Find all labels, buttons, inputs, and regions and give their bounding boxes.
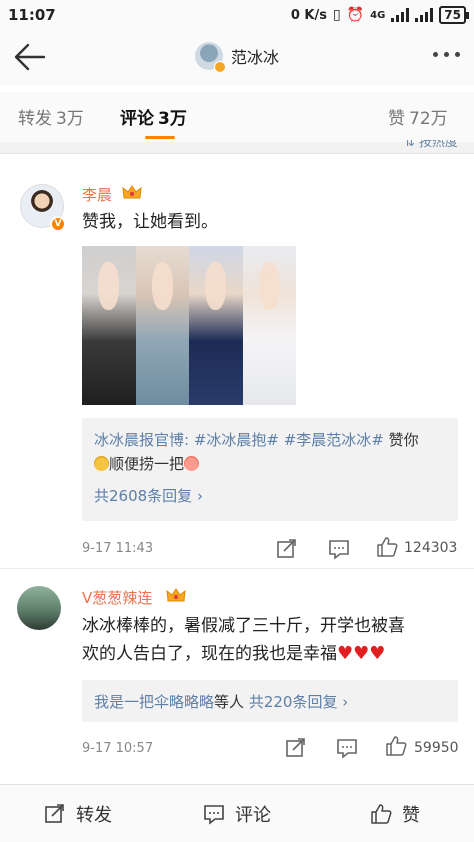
heart-icon: ♥ [337, 643, 354, 664]
network-speed: 0 K/s [290, 7, 327, 23]
tab-likes[interactable]: 赞 72万 [388, 104, 448, 129]
comment-button[interactable]: 评论 [203, 801, 271, 827]
signal-icon-2 [415, 8, 434, 22]
comment-text: 赞我，让她看到。 [82, 212, 218, 232]
like-icon [371, 804, 392, 824]
photo-4 [242, 246, 296, 405]
photo-3 [189, 246, 243, 405]
reply-line-1: 我是一把伞略略略等人 共220条回复 › [94, 690, 446, 714]
crown-badge-icon [122, 185, 142, 199]
comment-text-line-2: 欢的人告白了，现在的我也是幸福 [82, 644, 337, 664]
comment-time: 9-17 11:43 [82, 541, 154, 556]
comment-text-line-1: 冰冰棒棒的，暑假减了三十斤，开学也被喜 [82, 616, 405, 636]
more-replies-link[interactable]: 共220条回复 › [249, 693, 348, 711]
heart-icon: ♥ [369, 643, 386, 664]
more-replies-link[interactable]: 共2608条回复 › [94, 484, 446, 508]
tab-repost-count: 3万 [56, 109, 84, 129]
like-icon[interactable] [385, 735, 407, 757]
back-arrow-icon[interactable] [12, 42, 46, 72]
bottom-toolbar: 转发 评论 赞 [0, 784, 474, 842]
comment-image[interactable] [82, 246, 296, 405]
like-count[interactable]: 124303 [404, 540, 457, 556]
network-type: 4G [370, 9, 386, 21]
tab-likes-label: 赞 [388, 109, 405, 129]
tab-likes-count: 72万 [409, 109, 448, 129]
reply-tail: 赞你 [383, 431, 419, 449]
repost-icon [45, 804, 64, 823]
repost-icon[interactable] [285, 737, 307, 759]
repost-button[interactable]: 转发 [44, 801, 112, 827]
avatar [195, 42, 226, 73]
comment-username[interactable]: 李晨 [82, 184, 112, 205]
status-time: 11:07 [8, 6, 56, 24]
avatar[interactable] [17, 586, 61, 630]
tab-repost[interactable]: 转发 3万 [18, 104, 84, 129]
page-title: 范冰冰 [231, 48, 280, 67]
nav-header: 范冰冰 [0, 30, 474, 85]
reply-line-2: 顺便捞一把 [94, 452, 446, 476]
reply-preview[interactable]: 冰冰晨报官博: #冰冰晨抱# #李晨范冰冰# 赞你 顺便捞一把 共2608条回复… [82, 418, 458, 521]
pig-emoji-icon [184, 456, 200, 471]
sort-toggle[interactable]: ⇅ 按热度 [404, 140, 458, 152]
reply-tags[interactable]: 冰冰晨报官博: #冰冰晨抱# #李晨范冰冰# [94, 431, 384, 449]
reply-line2-text: 顺便捞一把 [109, 455, 185, 473]
divider [0, 142, 474, 154]
photo-2 [135, 246, 189, 405]
comment-label: 评论 [235, 805, 271, 826]
comment-text-line-2-wrap: 欢的人告白了，现在的我也是幸福♥♥♥ [82, 640, 405, 668]
crown-badge-icon [166, 588, 186, 602]
tab-repost-label: 转发 [18, 109, 52, 129]
like-icon[interactable] [376, 536, 398, 558]
active-tab-indicator [145, 136, 175, 139]
header-profile[interactable]: 范冰冰 [195, 42, 280, 73]
comment-separator [0, 568, 474, 569]
like-count[interactable]: 59950 [414, 740, 459, 756]
more-options-icon[interactable] [433, 52, 460, 57]
comment-icon [204, 805, 224, 825]
comment-text: 冰冰棒棒的，暑假减了三十斤，开学也被喜 欢的人告白了，现在的我也是幸福♥♥♥ [82, 612, 405, 668]
comment-icon[interactable] [336, 737, 358, 759]
like-label: 赞 [402, 805, 420, 826]
reply-author[interactable]: 我是一把伞略略略 [94, 693, 214, 711]
repost-label: 转发 [76, 805, 112, 826]
reply-line-1: 冰冰晨报官博: #冰冰晨抱# #李晨范冰冰# 赞你 [94, 428, 446, 452]
comment-icon[interactable] [328, 538, 350, 560]
like-button[interactable]: 赞 [370, 801, 420, 827]
status-bar: 11:07 0 K/s ▯ ⏰ 4G 75 [0, 0, 474, 30]
signal-icon [391, 8, 410, 22]
verified-badge-icon [214, 61, 226, 73]
tab-comments-count: 3万 [158, 109, 187, 129]
repost-icon[interactable] [276, 538, 298, 560]
tab-bar: 转发 3万 评论 3万 赞 72万 [0, 92, 474, 142]
battery-level: 75 [444, 8, 461, 22]
comment-time: 9-17 10:57 [82, 741, 154, 756]
photo-1 [82, 246, 136, 405]
comment-username[interactable]: V葱葱辣连 [82, 587, 152, 608]
sort-label: 按热度 [418, 140, 458, 150]
battery-icon: 75 [439, 6, 469, 24]
reply-preview[interactable]: 我是一把伞略略略等人 共220条回复 › [82, 680, 458, 722]
status-icons: 0 K/s ▯ ⏰ 4G 75 [290, 6, 469, 24]
verified-badge-icon: V [50, 216, 66, 232]
reply-mid: 等人 [214, 693, 245, 711]
sim-icon: ▯ [332, 7, 341, 23]
dog-emoji-icon [94, 456, 109, 471]
tab-comments[interactable]: 评论 3万 [120, 104, 187, 129]
tab-comments-label: 评论 [120, 109, 154, 129]
alarm-icon: ⏰ [346, 7, 365, 23]
heart-icon: ♥ [353, 643, 370, 664]
